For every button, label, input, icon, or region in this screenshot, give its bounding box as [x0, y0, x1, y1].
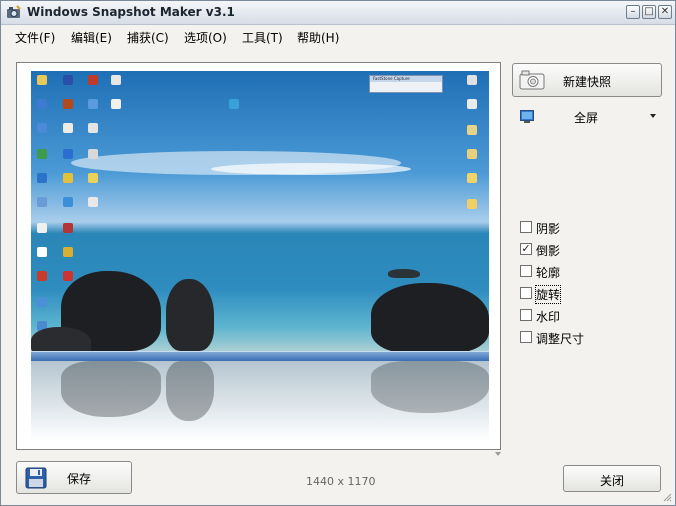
menu-bar: 文件(F) 编辑(E) 捕获(C) 选项(O) 工具(T) 帮助(H)	[1, 25, 675, 49]
resize-checkbox[interactable]	[520, 331, 532, 343]
desktop-icon	[37, 75, 47, 85]
desktop-icon	[37, 297, 47, 307]
menu-file[interactable]: 文件(F)	[15, 29, 55, 46]
desktop-icon	[467, 173, 477, 183]
cloud-band	[211, 163, 411, 175]
desktop-icon	[63, 173, 73, 183]
desktop-icon	[63, 75, 73, 85]
preview-scroll-marker	[495, 452, 501, 456]
window-title: Windows Snapshot Maker v3.1	[27, 5, 235, 19]
menu-help[interactable]: 帮助(H)	[297, 29, 339, 46]
menu-tools[interactable]: 工具(T)	[242, 29, 283, 46]
rock	[166, 279, 214, 351]
close-label: 关闭	[600, 474, 625, 488]
desktop-icon	[37, 173, 47, 183]
desktop-icon	[88, 173, 98, 183]
desktop-icon	[88, 123, 98, 133]
close-button[interactable]: 关闭	[563, 465, 661, 492]
save-button[interactable]: 保存	[16, 461, 132, 494]
rock	[388, 269, 420, 278]
desktop-icon	[467, 99, 477, 109]
image-dimensions: 1440 x 1170	[306, 475, 376, 488]
desktop-icon	[88, 99, 98, 109]
desktop-icon	[37, 271, 47, 281]
rock-reflection	[61, 361, 161, 417]
capture-mode-value: 全屏	[574, 111, 599, 125]
rock-reflection	[371, 361, 489, 413]
watermark-checkbox[interactable]	[520, 309, 532, 321]
rotate-label: 旋转	[534, 285, 562, 304]
outline-checkbox[interactable]	[520, 265, 532, 277]
resize-label: 调整尺寸	[536, 332, 585, 346]
shadow-label: 阴影	[536, 222, 561, 236]
menu-edit[interactable]: 编辑(E)	[71, 29, 112, 46]
desktop-icon	[229, 99, 239, 109]
rotate-checkbox[interactable]	[520, 287, 532, 299]
new-snapshot-label: 新建快照	[563, 75, 612, 89]
desktop-icon	[63, 149, 73, 159]
menu-capture[interactable]: 捕获(C)	[127, 29, 169, 46]
rock-reflection	[166, 361, 214, 421]
desktop-icon	[37, 247, 47, 257]
desktop-icon	[111, 75, 121, 85]
camera-app-icon	[7, 5, 21, 18]
menu-options[interactable]: 选项(O)	[184, 29, 227, 46]
snapshot-preview[interactable]: FastStone Capture	[16, 62, 501, 450]
app-window: Windows Snapshot Maker v3.1 – □ ✕ 文件(F) …	[0, 0, 676, 506]
snapshot-image: FastStone Capture	[31, 71, 489, 361]
close-window-button[interactable]: ✕	[658, 5, 672, 19]
inner-capture-window: FastStone Capture	[369, 75, 443, 93]
desktop-icon	[88, 149, 98, 159]
desktop-icon	[88, 197, 98, 207]
desktop-icon	[37, 123, 47, 133]
minimize-button[interactable]: –	[626, 5, 640, 19]
monitor-icon	[520, 110, 534, 123]
maximize-button[interactable]: □	[642, 5, 656, 19]
title-bar[interactable]: Windows Snapshot Maker v3.1 – □ ✕	[1, 1, 675, 25]
capture-mode-select[interactable]: 全屏	[512, 105, 662, 127]
desktop-icon	[88, 75, 98, 85]
reflection-checkbox[interactable]: ✓	[520, 243, 532, 255]
desktop-icon	[37, 197, 47, 207]
snapshot-taskbar	[31, 351, 489, 361]
desktop-icon	[37, 99, 47, 109]
desktop-icon	[63, 223, 73, 233]
snapshot-reflection	[31, 361, 489, 441]
save-label: 保存	[67, 472, 92, 486]
desktop-icon	[63, 99, 73, 109]
shadow-checkbox[interactable]	[520, 221, 532, 233]
inner-window-title: FastStone Capture	[370, 76, 442, 82]
floppy-disk-icon	[25, 467, 47, 489]
desktop-icon	[111, 99, 121, 109]
watermark-label: 水印	[536, 310, 561, 324]
desktop-icon	[63, 271, 73, 281]
desktop-icon	[63, 197, 73, 207]
desktop-icon	[467, 125, 477, 135]
desktop-icon	[37, 223, 47, 233]
new-snapshot-button[interactable]: 新建快照	[512, 63, 662, 97]
desktop-icon	[63, 123, 73, 133]
outline-label: 轮廓	[536, 266, 561, 280]
triangle-down-icon	[650, 114, 656, 118]
desktop-icon	[467, 75, 477, 85]
camera-icon	[519, 70, 545, 90]
resize-grip-icon[interactable]	[662, 492, 672, 502]
reflection-label: 倒影	[536, 244, 561, 258]
desktop-icon	[63, 247, 73, 257]
desktop-icon	[467, 149, 477, 159]
desktop-icon	[37, 149, 47, 159]
rock	[371, 283, 489, 353]
desktop-icon	[467, 199, 477, 209]
